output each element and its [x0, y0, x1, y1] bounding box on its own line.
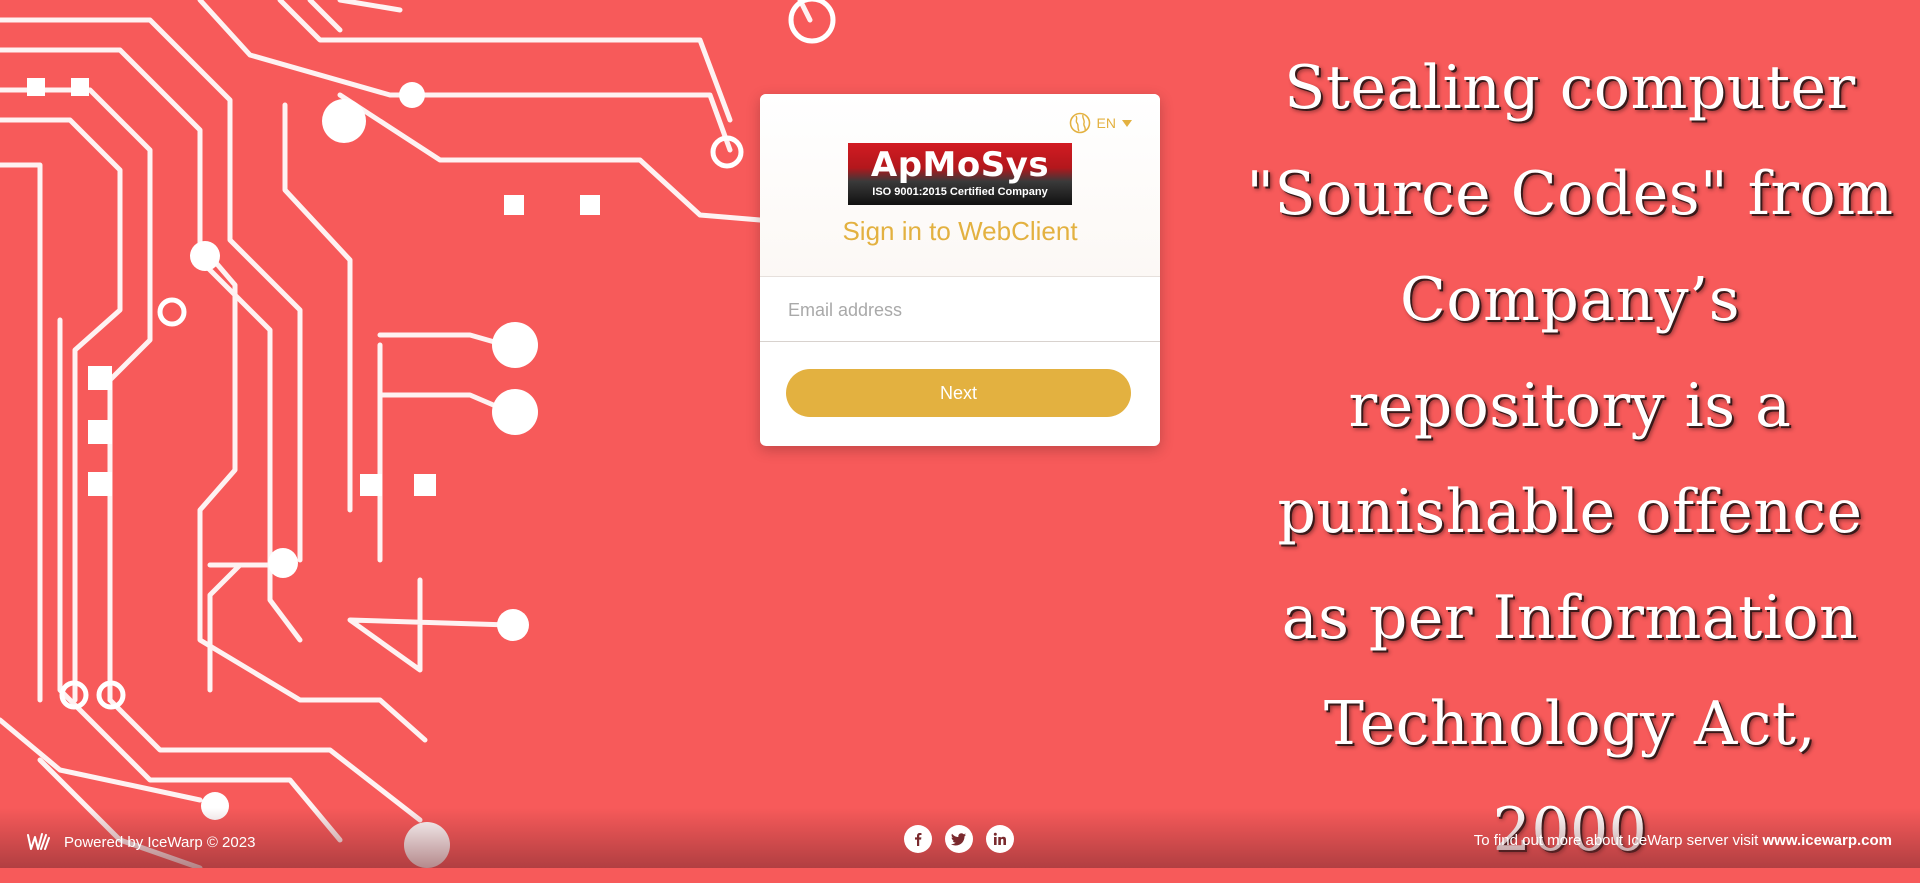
next-button[interactable]: Next: [786, 369, 1131, 417]
notice-line: punishable offence: [1277, 477, 1863, 547]
facebook-icon: [915, 833, 922, 846]
logo-certification: ISO 9001:2015 Certified Company: [872, 186, 1048, 198]
notice-line: Technology Act,: [1323, 689, 1817, 759]
powered-by-text: Powered by IceWarp © 2023: [64, 833, 256, 851]
page-title: Sign in to WebClient: [842, 216, 1078, 246]
icewarp-logo-icon: [27, 833, 50, 850]
footer-info: To find out more about IceWarp server vi…: [1474, 832, 1892, 849]
email-row: [760, 277, 1160, 343]
chevron-down-icon: [1122, 119, 1132, 127]
logo-brand: ApMoSys: [870, 145, 1050, 185]
notice-line: "Source Codes" from: [1246, 159, 1894, 229]
language-label: EN: [1096, 115, 1116, 131]
linkedin-icon: [993, 832, 1006, 845]
twitter-link[interactable]: [945, 825, 973, 853]
footer-info-text: To find out more about IceWarp server vi…: [1473, 832, 1763, 849]
notice-line: as per Information: [1281, 583, 1859, 653]
notice-line: repository is a: [1348, 371, 1792, 441]
icewarp-website-link[interactable]: www.icewarp.com: [1763, 832, 1893, 849]
legal-notice: Stealing computer "Source Codes" from Co…: [1220, 35, 1920, 883]
footer-left: Powered by IceWarp © 2023: [26, 832, 255, 852]
email-field[interactable]: [786, 277, 1134, 343]
notice-line: Stealing computer: [1284, 53, 1856, 123]
card-header: EN ApMoSys ISO 9001:2015 Certified Compa…: [760, 94, 1160, 277]
social-links: [904, 825, 1014, 853]
facebook-link[interactable]: [904, 825, 932, 853]
linkedin-link[interactable]: [986, 825, 1014, 853]
globe-icon: [1069, 112, 1090, 134]
notice-line: Company’s: [1399, 265, 1740, 335]
company-logo: ApMoSys ISO 9001:2015 Certified Company: [848, 143, 1072, 205]
footer: Powered by IceWarp © 2023 To find out mo…: [0, 808, 1920, 868]
language-selector[interactable]: EN: [1069, 112, 1132, 134]
login-card: EN ApMoSys ISO 9001:2015 Certified Compa…: [760, 94, 1160, 446]
twitter-icon: [951, 833, 966, 846]
